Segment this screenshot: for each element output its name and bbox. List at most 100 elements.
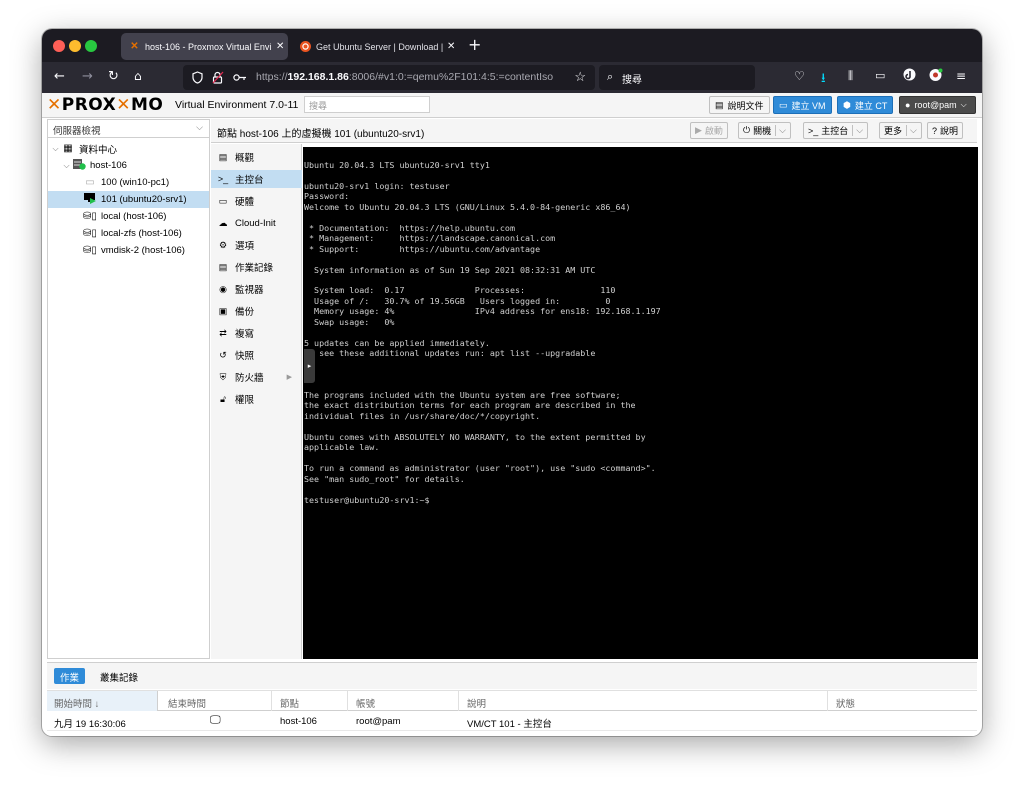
- pocket-icon[interactable]: ♡: [794, 69, 805, 83]
- console-button[interactable]: >_ 主控台 ⌵: [803, 122, 869, 139]
- console-sidebar-toggle[interactable]: ▸: [304, 349, 315, 383]
- url-scheme: https://: [256, 71, 288, 83]
- column-divider: [827, 691, 828, 711]
- column-header-node[interactable]: 節點: [280, 696, 299, 710]
- close-window-button[interactable]: [53, 40, 65, 52]
- menu-item-label: 快照: [235, 351, 255, 362]
- key-icon: [233, 74, 246, 81]
- task-log-tabs: 作業 叢集記錄: [47, 663, 977, 689]
- menu-item-monitor[interactable]: ◉ 監視器: [211, 280, 302, 298]
- zoom-window-button[interactable]: [85, 40, 97, 52]
- menu-item-backup[interactable]: ▣ 備份: [211, 302, 302, 320]
- reload-icon[interactable]: ↻: [108, 69, 119, 84]
- tree-item-label: vmdisk-2 (host-106): [101, 245, 185, 256]
- column-header-user[interactable]: 帳號: [356, 696, 375, 710]
- column-header-description[interactable]: 說明: [467, 696, 486, 710]
- history-icon: ↺: [219, 349, 227, 360]
- close-tab-icon[interactable]: ✕: [276, 41, 284, 52]
- user-label: root@pam: [914, 100, 957, 110]
- help-button[interactable]: ? 說明: [927, 122, 964, 139]
- menu-item-label: Cloud-Init: [235, 217, 276, 229]
- cell-description: VM/CT 101 - 主控台: [467, 719, 552, 730]
- column-header-end[interactable]: 結束時間: [168, 696, 206, 710]
- tree-item-vm-101[interactable]: 101 (ubuntu20-srv1): [48, 191, 209, 208]
- tree-item-node[interactable]: ⌵ host-106: [48, 157, 209, 174]
- download-icon[interactable]: ⭳: [821, 69, 826, 91]
- menu-item-cloud-init[interactable]: ☁ Cloud-Init: [211, 214, 302, 232]
- console-line: * Support: https://ubuntu.com/advantage: [304, 243, 541, 254]
- new-tab-icon[interactable]: +: [468, 35, 481, 54]
- vm-console[interactable]: Ubuntu 20.04.3 LTS ubuntu20-srv1 tty1 ub…: [303, 147, 978, 659]
- sidebar-icon[interactable]: ▭: [875, 69, 885, 82]
- console-line: The programs included with the Ubuntu sy…: [304, 389, 621, 400]
- url-bar[interactable]: https://192.168.1.86:8006/#v1:0:=qemu%2F…: [183, 65, 595, 90]
- user-menu-button[interactable]: ● root@pam ⌵: [899, 96, 976, 114]
- minimize-window-button[interactable]: [69, 40, 81, 52]
- browser-tab-bar: ✕ host-106 - Proxmox Virtual Envi ✕ Get …: [42, 29, 982, 62]
- menu-item-replication[interactable]: ⇄ 複寫: [211, 324, 302, 342]
- tab-title: host-106 - Proxmox Virtual Envi: [145, 41, 272, 52]
- extension-icon[interactable]: [903, 68, 916, 85]
- menu-item-hardware[interactable]: ▭ 硬體: [211, 192, 302, 210]
- tree-item-storage-local[interactable]: ⛁▯ local (host-106): [48, 208, 209, 225]
- table-row[interactable]: 九月 19 16:30:06 🖵︎ host-106 root@pam VM/C…: [47, 712, 977, 731]
- menu-item-label: 概觀: [235, 153, 255, 164]
- create-vm-label: 建立 VM: [791, 100, 826, 111]
- back-arrow-icon[interactable]: ←: [54, 69, 65, 84]
- create-ct-button[interactable]: ⬢ 建立 CT: [837, 96, 894, 114]
- content-header: 節點 host-106 上的虛擬機 101 (ubuntu20-srv1) ▶ 啟…: [211, 119, 977, 143]
- menu-item-label: 選項: [235, 241, 255, 252]
- extension-icon[interactable]: [929, 68, 943, 86]
- shutdown-button[interactable]: ⏻ 關機 ⌵: [738, 122, 791, 139]
- menu-item-task-history[interactable]: ▤ 作業記錄: [211, 258, 302, 276]
- home-icon[interactable]: ⌂: [134, 69, 142, 83]
- console-label: 主控台: [821, 126, 849, 136]
- ubuntu-icon: [300, 41, 311, 52]
- chevron-right-icon: ▸: [307, 362, 312, 370]
- docs-button[interactable]: ▤ 說明文件: [709, 96, 770, 114]
- browser-search-bar[interactable]: ⌕ 搜尋: [599, 65, 755, 90]
- list-icon: ▤: [218, 261, 228, 272]
- shield-icon: [192, 71, 203, 84]
- chevron-down-icon[interactable]: ⌵: [775, 125, 786, 136]
- menu-item-label: 備份: [235, 307, 255, 318]
- menu-icon[interactable]: ≡: [956, 69, 966, 83]
- start-button[interactable]: ▶ 啟動: [690, 122, 728, 139]
- column-header-start[interactable]: 開始時間 ↓: [54, 696, 99, 710]
- bookmark-star-icon[interactable]: ☆: [574, 69, 586, 85]
- menu-item-console[interactable]: >_ 主控台: [211, 170, 302, 188]
- tree-item-storage-local-zfs[interactable]: ⛁▯ local-zfs (host-106): [48, 225, 209, 242]
- library-icon[interactable]: ⫼: [848, 69, 853, 83]
- browser-tab-ubuntu[interactable]: Get Ubuntu Server | Download | ✕: [292, 33, 457, 60]
- more-button[interactable]: 更多 ⌵: [879, 122, 922, 139]
- create-vm-button[interactable]: ▭ 建立 VM: [773, 96, 832, 114]
- browser-tab-proxmox[interactable]: ✕ host-106 - Proxmox Virtual Envi ✕: [121, 33, 288, 60]
- console-line: applicable law.: [304, 442, 380, 453]
- console-line: Memory usage: 4% IPv4 address for ens18:…: [304, 306, 661, 317]
- tree-item-vm-100[interactable]: ▭ 100 (win10-pc1): [48, 174, 209, 191]
- close-tab-icon[interactable]: ✕: [447, 41, 455, 52]
- vm-menu: ▤ 概觀 >_ 主控台 ▭ 硬體 ☁ Cloud-Init ⚙ 選項 ▤ 作業記錄 ◉ 監視器…: [211, 144, 302, 659]
- tab-tasks[interactable]: 作業: [54, 668, 86, 684]
- shield-icon: ⛨: [219, 371, 227, 382]
- tree-item-storage-vmdisk-2[interactable]: ⛁▯ vmdisk-2 (host-106): [48, 242, 209, 259]
- menu-item-firewall[interactable]: ⛨ 防火牆 ▶: [211, 368, 302, 386]
- column-header-status[interactable]: 狀態: [836, 696, 855, 710]
- menu-item-snapshots[interactable]: ↺ 快照: [211, 346, 302, 364]
- menu-item-summary[interactable]: ▤ 概觀: [211, 148, 302, 166]
- console-line: Welcome to Ubuntu 20.04.3 LTS (GNU/Linux…: [304, 201, 631, 212]
- tab-cluster-log[interactable]: 叢集記錄: [94, 668, 144, 684]
- tree-item-datacenter[interactable]: ⌵ ▦ 資料中心: [48, 140, 209, 157]
- monitor-icon: 🖵︎: [210, 714, 221, 726]
- column-divider: [458, 691, 459, 711]
- chevron-down-icon[interactable]: ⌵: [852, 125, 863, 136]
- search-input[interactable]: 搜尋: [304, 96, 430, 113]
- forward-arrow-icon[interactable]: →: [82, 69, 93, 84]
- insecure-lock-icon: [212, 71, 224, 84]
- menu-item-permissions[interactable]: 🔓︎ 權限: [211, 390, 302, 408]
- view-selector[interactable]: 伺服器檢視 ⌵: [48, 120, 209, 138]
- menu-item-options[interactable]: ⚙ 選項: [211, 236, 302, 254]
